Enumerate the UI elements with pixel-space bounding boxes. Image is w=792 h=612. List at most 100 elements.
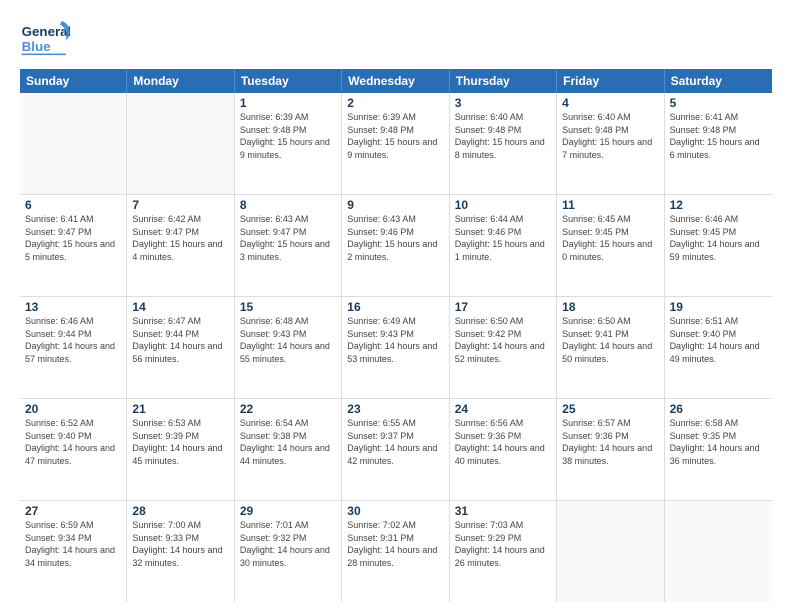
cell-details: Sunrise: 7:03 AM Sunset: 9:29 PM Dayligh… xyxy=(455,519,551,569)
day-number: 24 xyxy=(455,402,551,416)
day-number: 27 xyxy=(25,504,121,518)
day-number: 8 xyxy=(240,198,336,212)
day-number: 22 xyxy=(240,402,336,416)
day-number: 30 xyxy=(347,504,443,518)
calendar-cell: 22Sunrise: 6:54 AM Sunset: 9:38 PM Dayli… xyxy=(235,399,342,500)
page: General Blue SundayMondayTuesdayWednesda… xyxy=(0,0,792,612)
calendar-cell: 14Sunrise: 6:47 AM Sunset: 9:44 PM Dayli… xyxy=(127,297,234,398)
cell-details: Sunrise: 6:51 AM Sunset: 9:40 PM Dayligh… xyxy=(670,315,767,365)
calendar-row: 13Sunrise: 6:46 AM Sunset: 9:44 PM Dayli… xyxy=(20,297,772,399)
cell-details: Sunrise: 6:48 AM Sunset: 9:43 PM Dayligh… xyxy=(240,315,336,365)
day-number: 13 xyxy=(25,300,121,314)
cell-details: Sunrise: 6:59 AM Sunset: 9:34 PM Dayligh… xyxy=(25,519,121,569)
day-number: 3 xyxy=(455,96,551,110)
calendar-cell: 6Sunrise: 6:41 AM Sunset: 9:47 PM Daylig… xyxy=(20,195,127,296)
calendar-cell: 24Sunrise: 6:56 AM Sunset: 9:36 PM Dayli… xyxy=(450,399,557,500)
calendar-cell: 31Sunrise: 7:03 AM Sunset: 9:29 PM Dayli… xyxy=(450,501,557,602)
cell-details: Sunrise: 6:41 AM Sunset: 9:47 PM Dayligh… xyxy=(25,213,121,263)
calendar-row: 20Sunrise: 6:52 AM Sunset: 9:40 PM Dayli… xyxy=(20,399,772,501)
day-number: 21 xyxy=(132,402,228,416)
calendar-header: SundayMondayTuesdayWednesdayThursdayFrid… xyxy=(20,69,772,93)
calendar-cell xyxy=(127,93,234,194)
cell-details: Sunrise: 6:47 AM Sunset: 9:44 PM Dayligh… xyxy=(132,315,228,365)
calendar-cell: 28Sunrise: 7:00 AM Sunset: 9:33 PM Dayli… xyxy=(127,501,234,602)
day-number: 28 xyxy=(132,504,228,518)
cell-details: Sunrise: 6:41 AM Sunset: 9:48 PM Dayligh… xyxy=(670,111,767,161)
day-number: 25 xyxy=(562,402,658,416)
cell-details: Sunrise: 6:44 AM Sunset: 9:46 PM Dayligh… xyxy=(455,213,551,263)
calendar-cell: 11Sunrise: 6:45 AM Sunset: 9:45 PM Dayli… xyxy=(557,195,664,296)
cell-details: Sunrise: 6:43 AM Sunset: 9:47 PM Dayligh… xyxy=(240,213,336,263)
cell-details: Sunrise: 6:49 AM Sunset: 9:43 PM Dayligh… xyxy=(347,315,443,365)
logo-icon: General Blue xyxy=(20,16,70,61)
day-number: 11 xyxy=(562,198,658,212)
cell-details: Sunrise: 7:01 AM Sunset: 9:32 PM Dayligh… xyxy=(240,519,336,569)
calendar-cell: 17Sunrise: 6:50 AM Sunset: 9:42 PM Dayli… xyxy=(450,297,557,398)
calendar-cell: 10Sunrise: 6:44 AM Sunset: 9:46 PM Dayli… xyxy=(450,195,557,296)
day-number: 9 xyxy=(347,198,443,212)
calendar-cell xyxy=(557,501,664,602)
calendar: SundayMondayTuesdayWednesdayThursdayFrid… xyxy=(20,69,772,602)
cell-details: Sunrise: 6:56 AM Sunset: 9:36 PM Dayligh… xyxy=(455,417,551,467)
cell-details: Sunrise: 6:46 AM Sunset: 9:44 PM Dayligh… xyxy=(25,315,121,365)
calendar-cell: 18Sunrise: 6:50 AM Sunset: 9:41 PM Dayli… xyxy=(557,297,664,398)
cell-details: Sunrise: 6:46 AM Sunset: 9:45 PM Dayligh… xyxy=(670,213,767,263)
calendar-row: 27Sunrise: 6:59 AM Sunset: 9:34 PM Dayli… xyxy=(20,501,772,602)
cell-details: Sunrise: 6:58 AM Sunset: 9:35 PM Dayligh… xyxy=(670,417,767,467)
calendar-header-cell: Monday xyxy=(127,69,234,93)
day-number: 23 xyxy=(347,402,443,416)
day-number: 2 xyxy=(347,96,443,110)
calendar-cell: 21Sunrise: 6:53 AM Sunset: 9:39 PM Dayli… xyxy=(127,399,234,500)
calendar-header-cell: Thursday xyxy=(450,69,557,93)
cell-details: Sunrise: 7:02 AM Sunset: 9:31 PM Dayligh… xyxy=(347,519,443,569)
day-number: 20 xyxy=(25,402,121,416)
calendar-header-cell: Saturday xyxy=(665,69,772,93)
cell-details: Sunrise: 7:00 AM Sunset: 9:33 PM Dayligh… xyxy=(132,519,228,569)
cell-details: Sunrise: 6:52 AM Sunset: 9:40 PM Dayligh… xyxy=(25,417,121,467)
calendar-body: 1Sunrise: 6:39 AM Sunset: 9:48 PM Daylig… xyxy=(20,93,772,602)
calendar-cell: 25Sunrise: 6:57 AM Sunset: 9:36 PM Dayli… xyxy=(557,399,664,500)
day-number: 14 xyxy=(132,300,228,314)
header: General Blue xyxy=(20,16,772,61)
calendar-cell: 26Sunrise: 6:58 AM Sunset: 9:35 PM Dayli… xyxy=(665,399,772,500)
calendar-cell: 7Sunrise: 6:42 AM Sunset: 9:47 PM Daylig… xyxy=(127,195,234,296)
cell-details: Sunrise: 6:43 AM Sunset: 9:46 PM Dayligh… xyxy=(347,213,443,263)
cell-details: Sunrise: 6:45 AM Sunset: 9:45 PM Dayligh… xyxy=(562,213,658,263)
calendar-cell: 8Sunrise: 6:43 AM Sunset: 9:47 PM Daylig… xyxy=(235,195,342,296)
day-number: 19 xyxy=(670,300,767,314)
logo: General Blue xyxy=(20,16,70,61)
calendar-header-cell: Wednesday xyxy=(342,69,449,93)
calendar-cell: 16Sunrise: 6:49 AM Sunset: 9:43 PM Dayli… xyxy=(342,297,449,398)
day-number: 26 xyxy=(670,402,767,416)
day-number: 17 xyxy=(455,300,551,314)
cell-details: Sunrise: 6:54 AM Sunset: 9:38 PM Dayligh… xyxy=(240,417,336,467)
day-number: 31 xyxy=(455,504,551,518)
calendar-row: 1Sunrise: 6:39 AM Sunset: 9:48 PM Daylig… xyxy=(20,93,772,195)
day-number: 29 xyxy=(240,504,336,518)
day-number: 6 xyxy=(25,198,121,212)
calendar-cell: 1Sunrise: 6:39 AM Sunset: 9:48 PM Daylig… xyxy=(235,93,342,194)
calendar-row: 6Sunrise: 6:41 AM Sunset: 9:47 PM Daylig… xyxy=(20,195,772,297)
svg-text:Blue: Blue xyxy=(22,39,51,54)
calendar-cell: 12Sunrise: 6:46 AM Sunset: 9:45 PM Dayli… xyxy=(665,195,772,296)
calendar-cell: 9Sunrise: 6:43 AM Sunset: 9:46 PM Daylig… xyxy=(342,195,449,296)
calendar-cell: 5Sunrise: 6:41 AM Sunset: 9:48 PM Daylig… xyxy=(665,93,772,194)
calendar-cell: 27Sunrise: 6:59 AM Sunset: 9:34 PM Dayli… xyxy=(20,501,127,602)
cell-details: Sunrise: 6:39 AM Sunset: 9:48 PM Dayligh… xyxy=(347,111,443,161)
calendar-cell: 13Sunrise: 6:46 AM Sunset: 9:44 PM Dayli… xyxy=(20,297,127,398)
day-number: 12 xyxy=(670,198,767,212)
cell-details: Sunrise: 6:53 AM Sunset: 9:39 PM Dayligh… xyxy=(132,417,228,467)
calendar-cell: 23Sunrise: 6:55 AM Sunset: 9:37 PM Dayli… xyxy=(342,399,449,500)
calendar-header-cell: Sunday xyxy=(20,69,127,93)
calendar-cell: 29Sunrise: 7:01 AM Sunset: 9:32 PM Dayli… xyxy=(235,501,342,602)
cell-details: Sunrise: 6:50 AM Sunset: 9:41 PM Dayligh… xyxy=(562,315,658,365)
cell-details: Sunrise: 6:40 AM Sunset: 9:48 PM Dayligh… xyxy=(455,111,551,161)
day-number: 7 xyxy=(132,198,228,212)
cell-details: Sunrise: 6:57 AM Sunset: 9:36 PM Dayligh… xyxy=(562,417,658,467)
calendar-cell: 4Sunrise: 6:40 AM Sunset: 9:48 PM Daylig… xyxy=(557,93,664,194)
cell-details: Sunrise: 6:39 AM Sunset: 9:48 PM Dayligh… xyxy=(240,111,336,161)
calendar-cell: 3Sunrise: 6:40 AM Sunset: 9:48 PM Daylig… xyxy=(450,93,557,194)
day-number: 1 xyxy=(240,96,336,110)
calendar-cell: 15Sunrise: 6:48 AM Sunset: 9:43 PM Dayli… xyxy=(235,297,342,398)
cell-details: Sunrise: 6:50 AM Sunset: 9:42 PM Dayligh… xyxy=(455,315,551,365)
